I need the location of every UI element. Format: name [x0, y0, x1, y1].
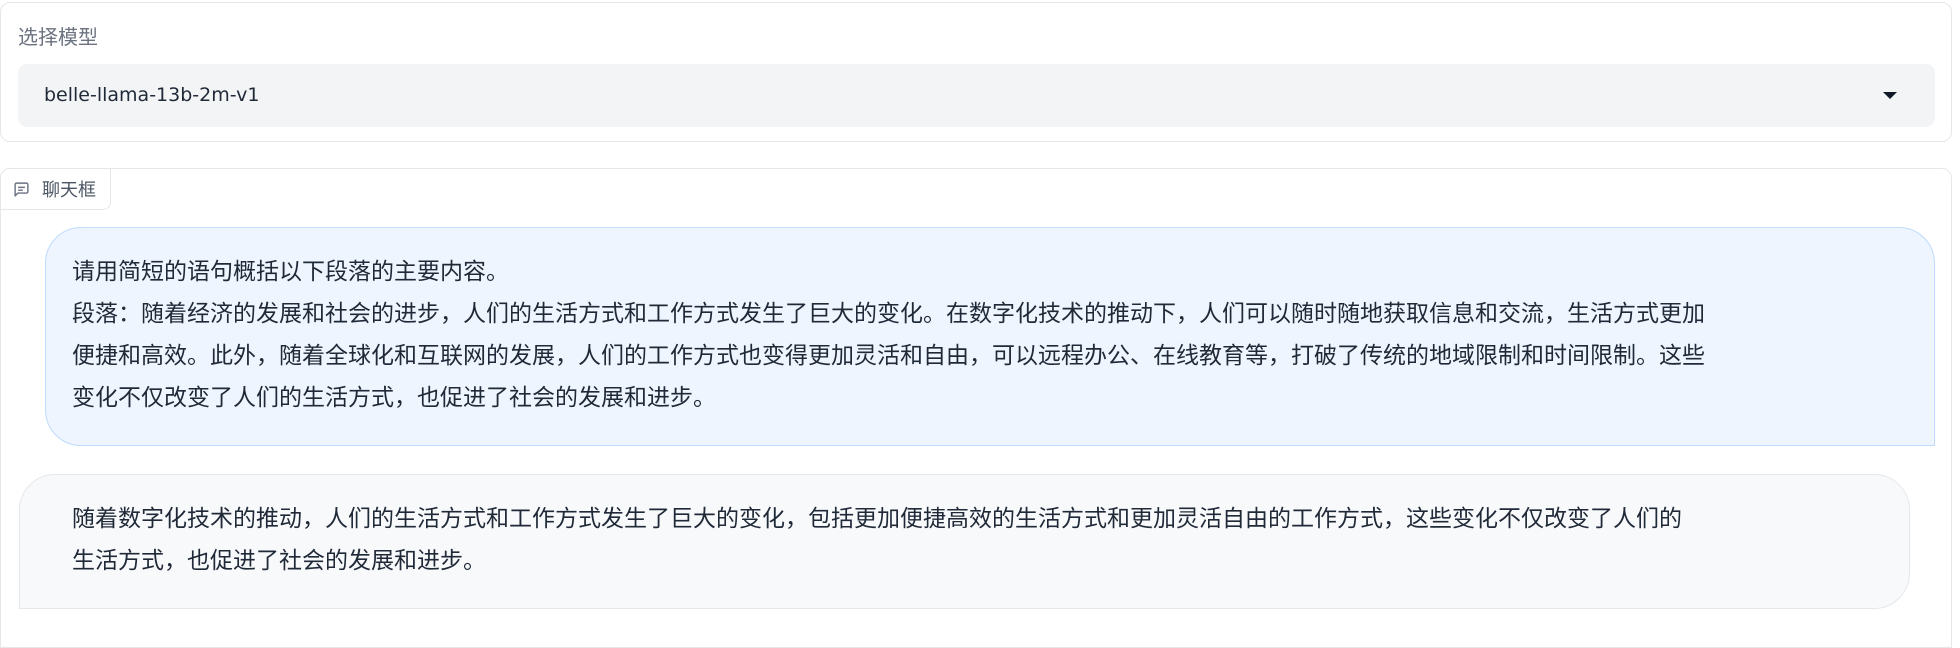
chatbox-panel: 聊天框 请用简短的语句概括以下段落的主要内容。 段落：随着经济的发展和社会的进步…	[0, 168, 1952, 648]
user-message-bubble: 请用简短的语句概括以下段落的主要内容。 段落：随着经济的发展和社会的进步，人们的…	[45, 227, 1935, 446]
model-selector-label: 选择模型	[18, 25, 98, 49]
bot-message-bubble: 随着数字化技术的推动，人们的生活方式和工作方式发生了巨大的变化，包括更加便捷高效…	[19, 474, 1910, 609]
model-dropdown-value: belle-llama-13b-2m-v1	[44, 84, 260, 106]
caret-down-icon[interactable]	[1883, 92, 1897, 99]
chatbox-tab: 聊天框	[0, 168, 111, 210]
message-line: 段落：随着经济的发展和社会的进步，人们的生活方式和工作方式发生了巨大的变化。在数…	[72, 301, 1705, 327]
chatbox-tab-label: 聊天框	[42, 180, 96, 201]
message-line: 便捷和高效。此外，随着全球化和互联网的发展，人们的工作方式也变得更加灵活和自由，…	[72, 343, 1705, 369]
model-selector-panel: 选择模型 belle-llama-13b-2m-v1	[0, 2, 1952, 142]
model-dropdown[interactable]: belle-llama-13b-2m-v1	[18, 64, 1935, 127]
message-line: 请用简短的语句概括以下段落的主要内容。	[72, 259, 509, 285]
chat-bubble-icon	[14, 181, 29, 197]
message-line: 随着数字化技术的推动，人们的生活方式和工作方式发生了巨大的变化，包括更加便捷高效…	[72, 506, 1682, 532]
message-line: 生活方式，也促进了社会的发展和进步。	[72, 548, 486, 574]
message-line: 变化不仅改变了人们的生活方式，也促进了社会的发展和进步。	[72, 385, 716, 411]
